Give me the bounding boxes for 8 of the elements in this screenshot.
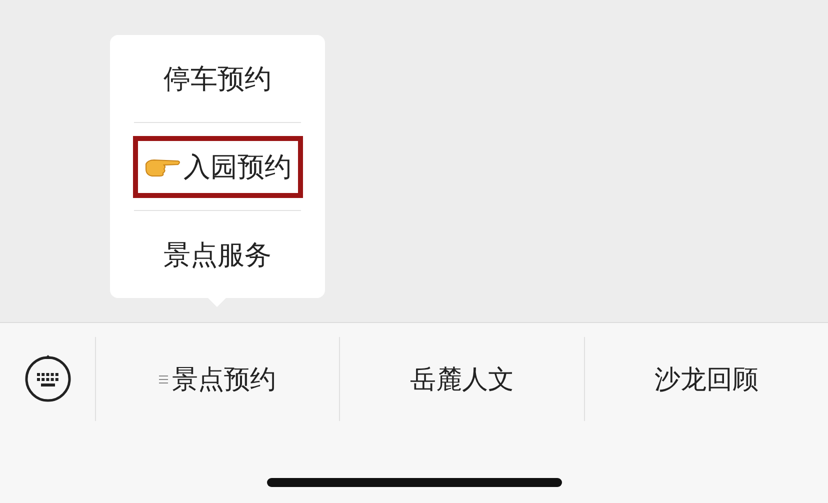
menu-tab[interactable]: 岳麓人文 <box>340 337 585 421</box>
popup-menu-item[interactable]: 入园预约 <box>132 136 302 198</box>
popup-menu-item[interactable]: 景点服务 <box>152 226 282 284</box>
menu-tab[interactable]: 沙龙回顾 <box>584 337 828 421</box>
menu-tab[interactable]: 景点预约 <box>96 337 340 421</box>
popup-menu-item[interactable]: 停车预约 <box>152 50 282 108</box>
keyboard-icon[interactable] <box>24 355 72 403</box>
menu-icon <box>159 374 168 384</box>
